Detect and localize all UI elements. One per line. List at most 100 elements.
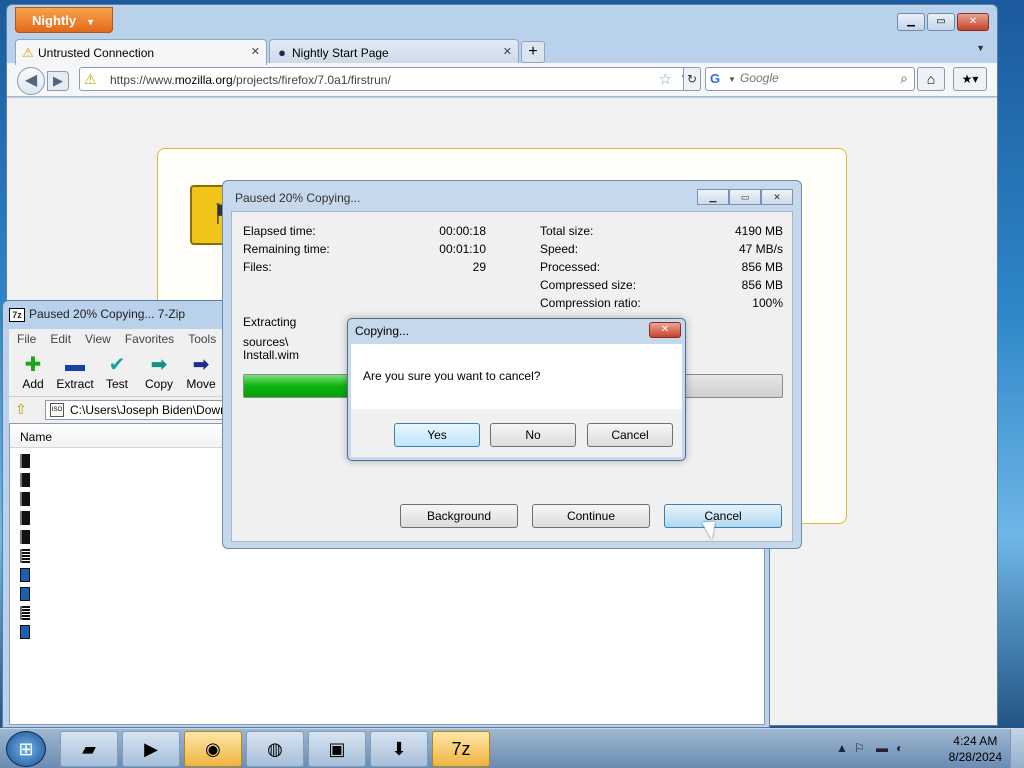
plus-icon: ✚ (24, 354, 42, 376)
clock-time: 4:24 AM (953, 734, 998, 748)
tab-label: Nightly Start Page (292, 46, 389, 60)
show-hidden-icons-icon[interactable]: ▲ (836, 741, 848, 755)
search-input[interactable] (740, 71, 880, 85)
extract-label: Extract (56, 377, 94, 391)
search-icon[interactable]: ⌕ (900, 70, 908, 87)
folder-up-icon[interactable]: ⇧ (15, 401, 27, 418)
close-tab-icon[interactable]: ✕ (251, 45, 260, 58)
file-row-icon[interactable] (20, 511, 30, 525)
progress-bar-fill (244, 375, 352, 397)
home-button[interactable]: ⌂ (917, 67, 945, 91)
chevron-down-icon: ▼ (86, 17, 95, 27)
minimize-button[interactable]: ▁ (897, 13, 925, 31)
no-button[interactable]: No (490, 423, 576, 447)
maximize-button[interactable]: ▭ (927, 13, 955, 31)
close-button[interactable]: ✕ (761, 189, 793, 205)
yes-button[interactable]: Yes (394, 423, 480, 447)
close-tab-icon[interactable]: ✕ (503, 45, 512, 58)
terminal-taskbar-icon[interactable]: ▰ (60, 731, 118, 767)
continue-button[interactable]: Continue (532, 504, 650, 528)
network-icon[interactable]: ▬ (876, 741, 888, 755)
compressed-size-label: Compressed size: (540, 278, 637, 292)
nightly-taskbar-icon[interactable]: ◉ (184, 731, 242, 767)
clock[interactable]: 4:24 AM 8/28/2024 (949, 733, 1002, 765)
add-button[interactable]: ✚ Add (11, 353, 55, 395)
volume-icon[interactable]: ◐ (896, 741, 903, 755)
file-row-icon[interactable] (20, 625, 30, 639)
tab-nightly-start-page[interactable]: ● Nightly Start Page ✕ (269, 39, 519, 65)
start-button[interactable]: ⊞ (6, 731, 46, 767)
download-manager-taskbar-icon[interactable]: ⬇ (370, 731, 428, 767)
engine-dropdown-icon[interactable]: ▼ (728, 75, 736, 84)
copy-arrow-icon: ➡ (150, 354, 168, 376)
tab-label: Untrusted Connection (38, 46, 155, 60)
back-forward-group: ◀ ▶ (17, 67, 75, 95)
file-row-icon[interactable] (20, 530, 30, 544)
file-row-icon[interactable] (20, 473, 30, 487)
clock-date: 8/28/2024 (948, 750, 1002, 764)
dialog-close-button[interactable]: ✕ (649, 322, 681, 338)
bookmarks-menu-button[interactable]: ★▾ (953, 67, 987, 91)
virtualbox-taskbar-icon[interactable]: ▣ (308, 731, 366, 767)
test-button[interactable]: ✔ Test (95, 353, 139, 395)
url-bar[interactable]: ⚠ https://www.mozilla.org/projects/firef… (79, 67, 701, 91)
menu-file[interactable]: File (9, 329, 42, 346)
menu-view[interactable]: View (77, 329, 117, 346)
minimize-button[interactable]: ▁ (697, 189, 729, 205)
file-row-icon[interactable] (20, 606, 30, 620)
file-row-icon[interactable] (20, 492, 30, 506)
file-row-icon[interactable] (20, 568, 30, 582)
bookmark-star-icon[interactable]: ☆ (659, 70, 672, 88)
new-tab-button[interactable]: + (521, 41, 545, 63)
cancel-copy-button[interactable]: Cancel (664, 504, 782, 528)
tab-untrusted-connection[interactable]: ⚠ Untrusted Connection ✕ (15, 39, 267, 65)
file-row-icon[interactable] (20, 549, 30, 563)
nightly-menu-label: Nightly (32, 13, 77, 28)
speed-label: Speed: (540, 242, 579, 256)
minus-icon: ▬ (65, 354, 85, 376)
remaining-time-value: 00:01:10 (439, 242, 486, 256)
menu-edit[interactable]: Edit (42, 329, 77, 346)
forward-button[interactable]: ▶ (47, 71, 69, 91)
column-header-label: Name (20, 430, 53, 444)
firefox-taskbar-icon[interactable]: ◍ (246, 731, 304, 767)
menu-tools[interactable]: Tools (180, 329, 222, 346)
copy-button[interactable]: ➡ Copy (137, 353, 181, 395)
dialog-cancel-button[interactable]: Cancel (587, 423, 673, 447)
nightly-menu-button[interactable]: Nightly ▼ (15, 7, 113, 33)
search-bar[interactable]: G ▼ ⌕ (705, 67, 915, 91)
media-player-taskbar-icon[interactable]: ▶ (122, 731, 180, 767)
file-row-icon[interactable] (20, 454, 30, 468)
taskbar: ⊞ ▰ ▶ ◉ ◍ ▣ ⬇ 7z ▲ ⚐ ▬ ◐ 4:24 AM 8/28/20… (0, 728, 1024, 768)
site-identity-warning-icon[interactable]: ⚠ (84, 71, 102, 87)
menu-favorites[interactable]: Favorites (117, 329, 180, 346)
background-button[interactable]: Background (400, 504, 518, 528)
nightly-globe-icon: ● (278, 45, 286, 60)
path-text: C:\Users\Joseph Biden\Down (70, 403, 227, 417)
move-button[interactable]: ➡ Move (179, 353, 223, 395)
extract-button[interactable]: ▬ Extract (53, 353, 97, 395)
total-size-value: 4190 MB (734, 224, 783, 238)
7zip-titlebar: 7z Paused 20% Copying... 7-Zip (9, 307, 185, 322)
back-button[interactable]: ◀ (17, 67, 45, 95)
show-desktop-button[interactable] (1010, 729, 1024, 768)
7zip-taskbar-icon[interactable]: 7z (432, 731, 490, 767)
file-row-icon[interactable] (20, 587, 30, 601)
current-file: Install.wim (243, 348, 300, 362)
add-label: Add (22, 377, 44, 391)
action-center-flag-icon[interactable]: ⚐ (854, 741, 865, 755)
cancel-confirm-dialog: Copying... ✕ Are you sure you want to ca… (347, 318, 686, 461)
list-all-tabs-icon[interactable]: ▼ (976, 43, 985, 53)
copy-window-title: Paused 20% Copying... (235, 191, 361, 205)
window-title: Paused 20% Copying... 7-Zip (29, 307, 186, 321)
navigation-toolbar: ◀ ▶ ⚠ https://www.mozilla.org/projects/f… (7, 63, 997, 97)
elapsed-time-label: Elapsed time: (243, 224, 316, 238)
test-label: Test (105, 377, 128, 391)
maximize-button[interactable]: ▭ (729, 189, 761, 205)
compression-ratio-value: 100% (752, 296, 783, 310)
files-value: 29 (472, 260, 486, 274)
warning-icon: ⚠ (22, 45, 34, 60)
google-engine-icon[interactable]: G (710, 71, 720, 86)
close-button[interactable]: ✕ (957, 13, 989, 31)
reload-button[interactable]: ↻ (683, 67, 701, 91)
